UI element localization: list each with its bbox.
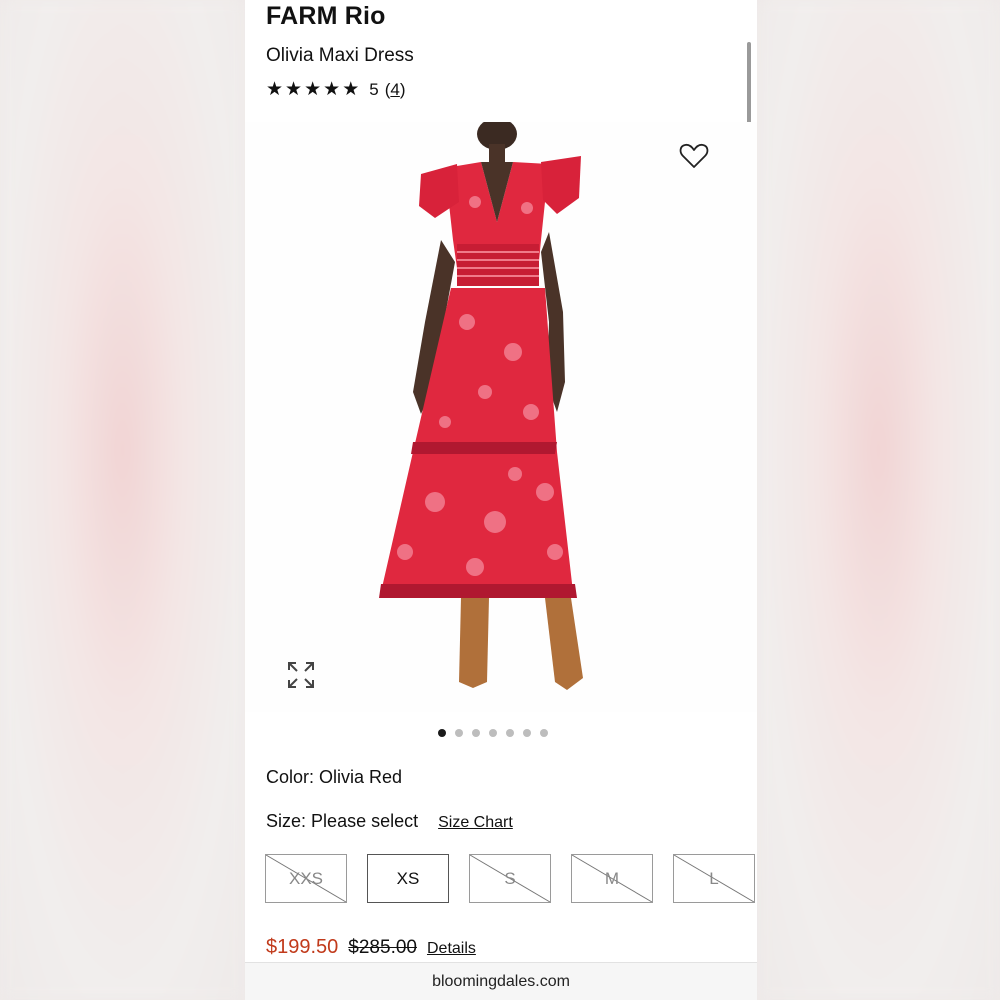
- size-label: Size:: [266, 811, 307, 831]
- color-value: Olivia Red: [319, 767, 403, 787]
- size-option-xxs[interactable]: XXS: [265, 854, 347, 903]
- background-blur-left: [0, 0, 245, 1000]
- filled-star-icon: ★: [342, 79, 360, 100]
- gallery-dot[interactable]: [438, 729, 446, 737]
- price-row: $199.50 $285.00 Details: [266, 936, 476, 959]
- expand-arrows-icon[interactable]: [285, 659, 317, 691]
- size-chart-link[interactable]: Size Chart: [438, 814, 513, 832]
- size-option-label: M: [604, 868, 620, 888]
- price-details-link[interactable]: Details: [427, 940, 476, 958]
- filled-star-icon: ★: [304, 79, 322, 100]
- size-option-label: XXS: [288, 868, 324, 888]
- rating-stars: ★ ★ ★ ★ ★: [266, 80, 359, 100]
- brand-name[interactable]: FARM Rio: [266, 2, 386, 31]
- size-value: Please select: [311, 811, 419, 831]
- review-count-link[interactable]: 4: [390, 80, 399, 100]
- background-blur-right: [757, 0, 1000, 1000]
- filled-star-icon: ★: [266, 79, 284, 100]
- filled-star-icon: ★: [323, 79, 341, 100]
- original-price: $285.00: [348, 937, 417, 958]
- color-label: Color:: [266, 767, 315, 787]
- dress-photo: [379, 118, 583, 690]
- rating-summary[interactable]: ★ ★ ★ ★ ★ 5 (4): [266, 80, 406, 100]
- gallery-dot[interactable]: [455, 729, 463, 737]
- rating-score: 5: [369, 80, 379, 99]
- size-option-label: XS: [396, 868, 420, 888]
- product-page: FARM Rio Olivia Maxi Dress ★ ★ ★ ★ ★ 5 (…: [245, 0, 757, 1000]
- gallery-dot[interactable]: [523, 729, 531, 737]
- size-option-xs[interactable]: XS: [367, 854, 449, 903]
- color-selection: Color: Olivia Red: [266, 767, 402, 788]
- product-title: Olivia Maxi Dress: [266, 45, 414, 66]
- gallery-dot[interactable]: [540, 729, 548, 737]
- size-option-l[interactable]: L: [673, 854, 755, 903]
- size-options: XXS XS S M L: [265, 854, 755, 903]
- rating-close-paren: ): [399, 80, 406, 99]
- gallery-dot[interactable]: [506, 729, 514, 737]
- product-image[interactable]: [245, 118, 757, 712]
- size-selection: Size: Please select Size Chart: [266, 811, 513, 832]
- size-option-label: S: [504, 868, 516, 888]
- gallery-dot[interactable]: [489, 729, 497, 737]
- gallery-pagination: [438, 729, 548, 737]
- gallery-dot[interactable]: [472, 729, 480, 737]
- size-option-s[interactable]: S: [469, 854, 551, 903]
- size-option-label: L: [709, 868, 719, 888]
- url-text: bloomingdales.com: [432, 973, 570, 990]
- sale-price: $199.50: [266, 936, 339, 958]
- size-option-m[interactable]: M: [571, 854, 653, 903]
- browser-url-bar[interactable]: bloomingdales.com: [245, 962, 757, 1000]
- heart-outline-icon[interactable]: [679, 142, 709, 170]
- filled-star-icon: ★: [285, 79, 303, 100]
